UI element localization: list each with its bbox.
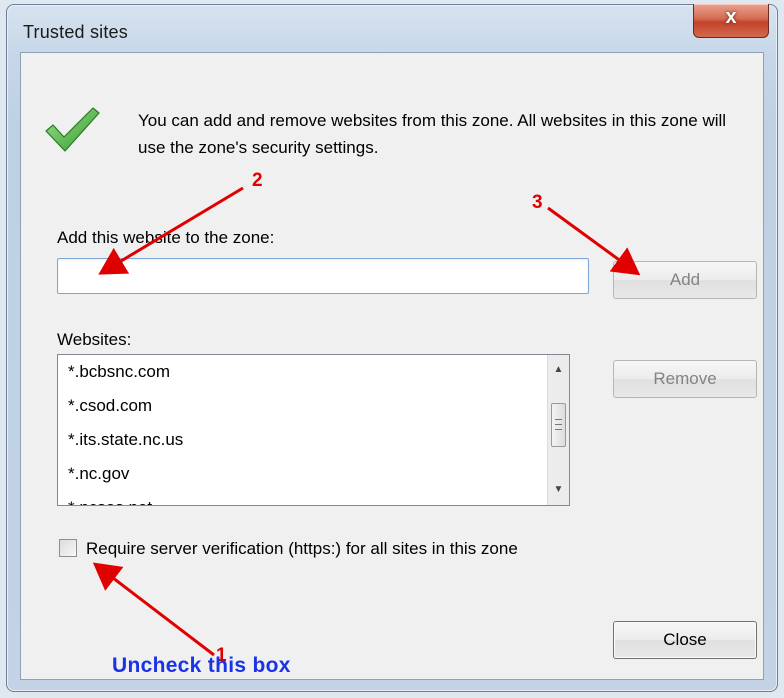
- annotation-instruction: Uncheck this box: [112, 654, 291, 677]
- trusted-sites-dialog: Trusted sites x You can add and remove w…: [6, 4, 778, 692]
- annotation-step-2: 2: [252, 170, 263, 191]
- close-button[interactable]: Close: [613, 621, 757, 659]
- require-https-checkbox[interactable]: [59, 539, 77, 557]
- scroll-up-icon[interactable]: ▲: [548, 359, 569, 381]
- title-bar[interactable]: Trusted sites x: [7, 4, 777, 53]
- list-item[interactable]: *.csod.com: [58, 389, 548, 423]
- list-item[interactable]: *.its.state.nc.us: [58, 423, 548, 457]
- annotation-step-3: 3: [532, 192, 543, 213]
- websites-list[interactable]: *.bcbsnc.com *.csod.com *.its.state.nc.u…: [57, 354, 570, 506]
- scroll-down-icon[interactable]: ▼: [548, 479, 569, 501]
- list-item[interactable]: *.nc.gov: [58, 457, 548, 491]
- remove-button[interactable]: Remove: [613, 360, 757, 398]
- window-close-button[interactable]: x: [693, 4, 769, 38]
- add-website-label: Add this website to the zone:: [57, 228, 275, 247]
- websites-label: Websites:: [57, 330, 132, 349]
- zone-description: You can add and remove websites from thi…: [138, 111, 727, 157]
- require-https-label[interactable]: Require server verification (https:) for…: [86, 539, 518, 559]
- green-checkmark-icon: [45, 107, 100, 152]
- scroll-thumb[interactable]: [551, 403, 566, 447]
- website-input[interactable]: [57, 258, 589, 294]
- websites-scrollbar[interactable]: ▲ ▼: [547, 355, 569, 505]
- window-title: Trusted sites: [23, 22, 128, 42]
- list-item[interactable]: *.ncsos.net: [58, 491, 548, 505]
- close-x-icon: x: [725, 6, 737, 28]
- list-item[interactable]: *.bcbsnc.com: [58, 355, 548, 389]
- add-button[interactable]: Add: [613, 261, 757, 299]
- dialog-body: You can add and remove websites from thi…: [20, 52, 764, 680]
